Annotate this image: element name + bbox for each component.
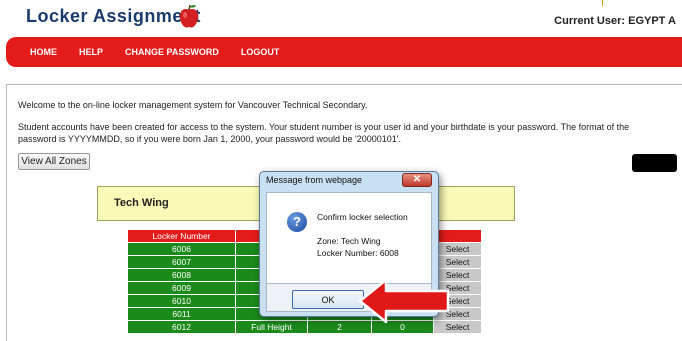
header-locker-number: Locker Number	[127, 229, 236, 243]
locker-number-cell: 6012	[127, 320, 236, 334]
app-title: Locker Assignment	[26, 6, 201, 26]
ok-button[interactable]: OK	[292, 290, 364, 309]
question-icon: ?	[287, 212, 307, 232]
close-icon[interactable]: ✕	[402, 173, 432, 187]
dialog-title: Message from webpage	[266, 175, 363, 185]
accounts-info-text: Student accounts have been created for a…	[18, 122, 630, 144]
welcome-text: Welcome to the on-line locker management…	[18, 100, 368, 110]
select-button[interactable]: Select	[433, 242, 482, 256]
locker-number-cell: 6006	[127, 242, 236, 256]
nav-home[interactable]: HOME	[30, 47, 57, 57]
locker-number-cell: 6007	[127, 255, 236, 269]
zone-title: Tech Wing	[114, 197, 169, 209]
dialog-message: Confirm locker selection	[317, 212, 408, 222]
nav-logout[interactable]: LOGOUT	[241, 47, 280, 57]
locker-number-cell: 6009	[127, 281, 236, 295]
dialog-body: ? Confirm locker selection Zone: Tech Wi…	[266, 192, 432, 284]
apple-logo-icon	[179, 4, 199, 28]
current-user-label: Current User: EGYPT A	[554, 15, 676, 27]
main-nav: HOME HELP CHANGE PASSWORD LOGOUT	[6, 37, 682, 67]
nav-change-password[interactable]: CHANGE PASSWORD	[125, 47, 219, 57]
locker-number-cell: 6011	[127, 307, 236, 321]
locker-number-cell: 6010	[127, 294, 236, 308]
nav-help[interactable]: HELP	[79, 47, 103, 57]
select-button[interactable]: Select	[433, 255, 482, 269]
locker-number-cell: 6008	[127, 268, 236, 282]
header-select	[433, 229, 482, 243]
page: Locker Assignment Current User: EGYPT A …	[0, 0, 682, 341]
dialog-zone-line: Zone: Tech Wing	[317, 236, 381, 246]
locker-type-cell: Full Height	[235, 320, 308, 334]
redaction-box	[632, 154, 677, 172]
corner-mark	[602, 0, 610, 6]
red-arrow-icon	[358, 278, 450, 324]
view-all-zones-button[interactable]: View All Zones	[18, 153, 90, 170]
dialog-locker-line: Locker Number: 6008	[317, 248, 399, 258]
